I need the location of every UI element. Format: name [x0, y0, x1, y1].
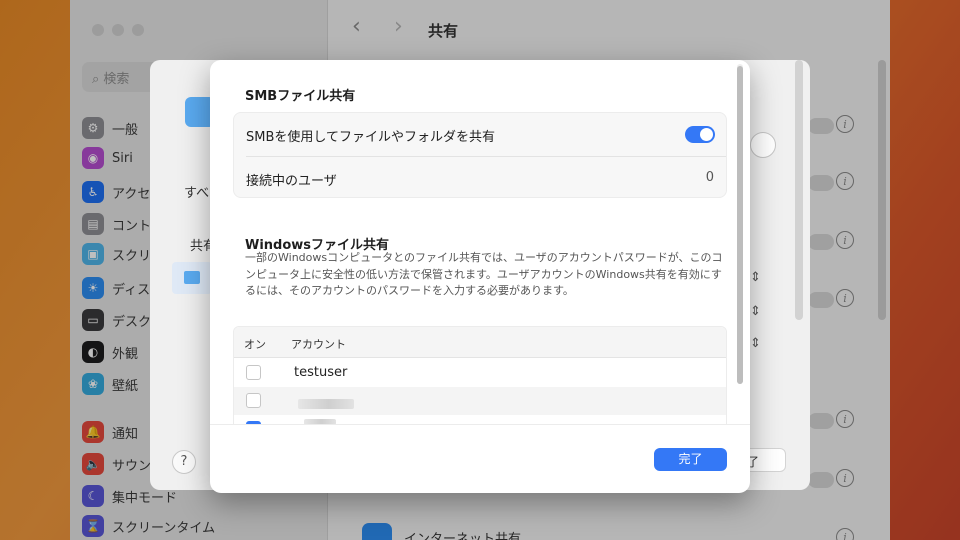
- table-row[interactable]: [234, 387, 726, 415]
- table-header: オン アカウント: [234, 327, 726, 358]
- account-name: testuser: [294, 365, 348, 380]
- footer-divider: [210, 424, 750, 425]
- sheet-toggle-knob[interactable]: [750, 132, 776, 158]
- smb-toggle-label: SMBを使用してファイルやフォルダを共有: [246, 130, 495, 145]
- dialog-scroll-area[interactable]: SMBファイル共有 SMBを使用してファイルやフォルダを共有 接続中のユーザ 0…: [210, 60, 750, 424]
- accounts-table: オン アカウント testuser ✓: [233, 326, 727, 424]
- table-row[interactable]: ✓: [234, 415, 726, 424]
- smb-settings-box: SMBを使用してファイルやフォルダを共有 接続中のユーザ 0: [233, 112, 727, 198]
- connected-users-label: 接続中のユーザ: [246, 174, 337, 189]
- toggle-knob: [700, 128, 713, 141]
- enable-checkbox[interactable]: [246, 365, 261, 380]
- smb-toggle[interactable]: [685, 126, 715, 143]
- smb-section-title: SMBファイル共有: [245, 89, 356, 104]
- table-row[interactable]: testuser: [234, 359, 726, 387]
- sheet-scrollbar[interactable]: [795, 60, 803, 320]
- stepper-icon[interactable]: ⇕: [750, 304, 761, 319]
- dialog-scrollbar[interactable]: [737, 64, 743, 384]
- done-button[interactable]: 完了: [654, 448, 727, 471]
- connected-users-count: 0: [705, 170, 714, 185]
- redacted-account-name: [298, 399, 354, 409]
- windows-description: 一部のWindowsコンピュータとのファイル共有では、ユーザのアカウントパスワー…: [245, 251, 723, 297]
- column-header-on[interactable]: オン: [244, 336, 266, 352]
- help-label: ?: [180, 454, 188, 469]
- column-header-account[interactable]: アカウント: [291, 336, 346, 352]
- stepper-icon[interactable]: ⇕: [750, 336, 761, 351]
- help-button[interactable]: ?: [172, 450, 196, 474]
- sheet-label-all: すべ: [184, 186, 210, 201]
- divider: [246, 156, 726, 157]
- enable-checkbox[interactable]: [246, 393, 261, 408]
- stepper-icon[interactable]: ⇕: [750, 270, 761, 285]
- folder-icon: [184, 271, 200, 284]
- file-sharing-options-dialog: SMBファイル共有 SMBを使用してファイルやフォルダを共有 接続中のユーザ 0…: [210, 60, 750, 493]
- scrollbar-thumb[interactable]: [737, 66, 743, 384]
- shared-folder-row[interactable]: [172, 262, 212, 294]
